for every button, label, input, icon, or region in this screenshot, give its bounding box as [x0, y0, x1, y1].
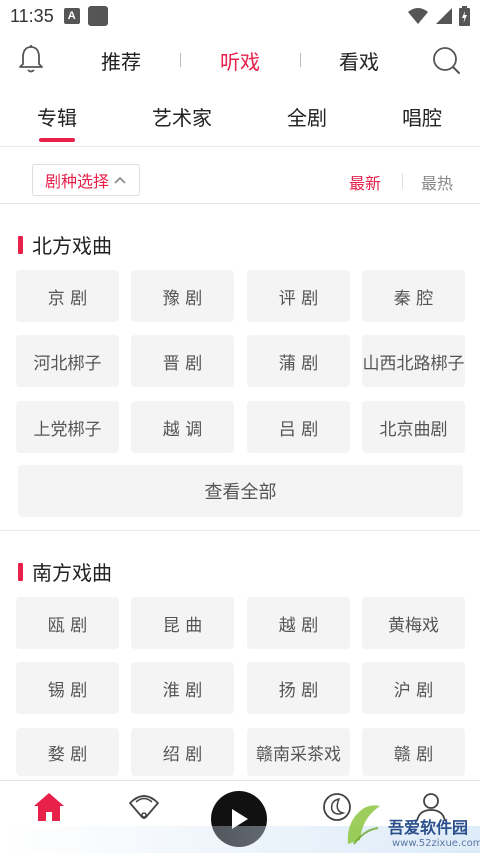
- genre-chip[interactable]: 上党梆子: [16, 401, 119, 453]
- section-header: 南方戏曲: [18, 557, 112, 586]
- genre-chip[interactable]: 赣南采茶戏: [247, 728, 350, 776]
- top-nav: 推荐 听戏 看戏: [0, 36, 480, 84]
- active-tab-underline: [39, 138, 75, 142]
- subtab-album[interactable]: 专辑: [7, 102, 107, 131]
- notification-square-icon: [87, 6, 108, 26]
- genre-chip[interactable]: 婺 剧: [16, 728, 119, 776]
- filter-row: 剧种选择 最新 最热: [0, 160, 480, 202]
- genre-chip[interactable]: 扬 剧: [247, 662, 350, 714]
- genre-chip[interactable]: 山西北路梆子: [362, 335, 465, 387]
- tab-recommend[interactable]: 推荐: [101, 46, 141, 75]
- sort-hottest[interactable]: 最热: [421, 170, 453, 194]
- tab-listen[interactable]: 听戏: [220, 46, 260, 75]
- section-accent-bar: [18, 235, 23, 254]
- divider: [0, 146, 480, 147]
- divider: [0, 530, 480, 531]
- genre-chip[interactable]: 绍 剧: [131, 728, 234, 776]
- watermark-title: 吾爱软件园: [388, 818, 469, 837]
- signal-icon: [436, 8, 452, 24]
- genre-chip[interactable]: 京 剧: [16, 270, 119, 322]
- tab-separator: [180, 53, 181, 67]
- genre-chip[interactable]: 越 剧: [247, 597, 350, 649]
- genre-select-dropdown[interactable]: 剧种选择: [32, 164, 140, 196]
- genre-chip[interactable]: 秦 腔: [362, 270, 465, 322]
- view-all-button[interactable]: 查看全部: [18, 465, 463, 517]
- genre-chip[interactable]: 晋 剧: [131, 335, 234, 387]
- genre-chip[interactable]: 瓯 剧: [16, 597, 119, 649]
- search-icon[interactable]: [430, 44, 462, 76]
- chevron-up-icon: [114, 176, 126, 184]
- genre-chip[interactable]: 淮 剧: [131, 662, 234, 714]
- tab-separator: [300, 53, 301, 67]
- watermark-url: www.52zixue.com: [392, 838, 480, 849]
- genre-chip[interactable]: 河北梆子: [16, 335, 119, 387]
- subtab-full-opera[interactable]: 全剧: [257, 102, 357, 131]
- genre-chip[interactable]: 评 剧: [247, 270, 350, 322]
- subtab-artist[interactable]: 艺术家: [132, 102, 232, 131]
- section-title: 北方戏曲: [32, 234, 112, 258]
- genre-chip[interactable]: 昆 曲: [131, 597, 234, 649]
- watermark-logo-icon: [347, 805, 380, 845]
- section-title: 南方戏曲: [32, 561, 112, 585]
- battery-icon: [459, 6, 470, 26]
- wifi-icon: [408, 8, 428, 24]
- genre-chip[interactable]: 越 调: [131, 401, 234, 453]
- section-accent-bar: [18, 562, 23, 581]
- status-time: 11:35: [10, 5, 54, 26]
- divider: [0, 203, 480, 204]
- home-icon[interactable]: [32, 791, 66, 823]
- sort-newest[interactable]: 最新: [349, 170, 381, 194]
- notification-a-icon: A: [63, 8, 80, 24]
- genre-chip[interactable]: 锡 剧: [16, 662, 119, 714]
- genre-chip[interactable]: 赣 剧: [362, 728, 465, 776]
- section-header: 北方戏曲: [18, 230, 112, 259]
- genre-chip[interactable]: 北京曲剧: [362, 401, 465, 453]
- genre-select-label: 剧种选择: [44, 172, 109, 191]
- genre-chip[interactable]: 黄梅戏: [362, 597, 465, 649]
- genre-chip[interactable]: 豫 剧: [131, 270, 234, 322]
- sort-separator: [402, 173, 403, 189]
- status-bar: 11:35 A: [0, 0, 480, 32]
- sub-tabs: 专辑 艺术家 全剧 唱腔: [0, 96, 480, 146]
- bell-icon[interactable]: [17, 44, 45, 74]
- tab-watch[interactable]: 看戏: [339, 46, 379, 75]
- genre-chip[interactable]: 吕 剧: [247, 401, 350, 453]
- genre-chip[interactable]: 蒲 剧: [247, 335, 350, 387]
- genre-chip[interactable]: 沪 剧: [362, 662, 465, 714]
- fan-icon[interactable]: [127, 791, 161, 823]
- subtab-aria[interactable]: 唱腔: [372, 102, 472, 131]
